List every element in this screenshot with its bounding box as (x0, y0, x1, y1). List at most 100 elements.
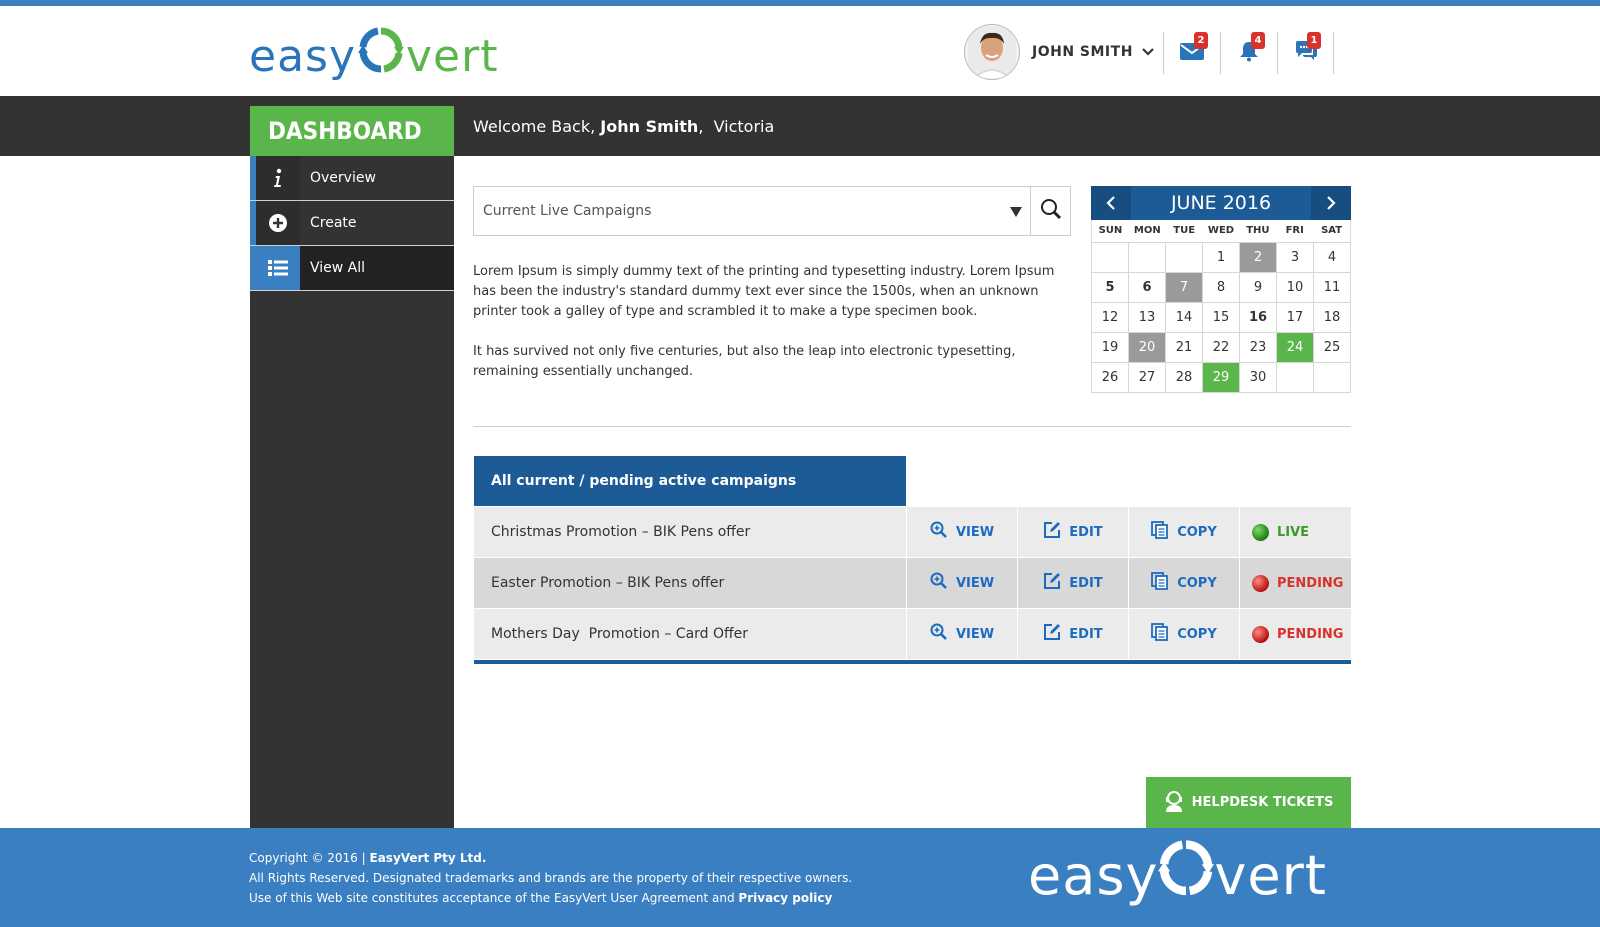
sidebar-item-overview[interactable]: Overview (250, 156, 454, 201)
calendar-weekdays: SUN MON TUE WED THU FRI SAT (1091, 220, 1351, 242)
edit-button[interactable]: EDIT (1017, 558, 1128, 608)
calendar-day[interactable]: 8 (1203, 273, 1240, 303)
copy-icon (1151, 572, 1169, 594)
edit-label: EDIT (1069, 575, 1103, 591)
copy-button[interactable]: COPY (1128, 609, 1239, 659)
calendar-day[interactable]: 11 (1314, 273, 1351, 303)
calendar-empty-cell (1166, 243, 1203, 273)
chevron-down-icon[interactable] (1141, 47, 1155, 57)
welcome-location: , Victoria (698, 117, 775, 136)
calendar-day[interactable]: 1 (1203, 243, 1240, 273)
calendar-day[interactable]: 22 (1203, 333, 1240, 363)
view-button[interactable]: VIEW (906, 507, 1017, 557)
calendar-prev-button[interactable] (1091, 186, 1131, 220)
header-logo[interactable]: easy vert (249, 26, 498, 86)
calendar-month-title: JUNE 2016 (1170, 192, 1272, 214)
recycle-arrows-icon (356, 25, 406, 88)
calendar-day[interactable]: 15 (1203, 303, 1240, 333)
copy-label: COPY (1177, 524, 1217, 540)
logo-text-left: easy (249, 30, 356, 82)
calendar-day[interactable]: 24 (1277, 333, 1314, 363)
calendar-day[interactable]: 14 (1166, 303, 1203, 333)
title-band (0, 96, 1600, 156)
chat-count-badge: 1 (1307, 32, 1321, 49)
search-icon (1040, 198, 1062, 224)
calendar-day[interactable]: 9 (1240, 273, 1277, 303)
copy-icon (1151, 623, 1169, 645)
calendar-day[interactable]: 27 (1129, 363, 1166, 393)
privacy-policy-link[interactable]: Privacy policy (738, 891, 832, 905)
calendar-day[interactable]: 21 (1166, 333, 1203, 363)
edit-icon (1043, 623, 1061, 645)
calendar-day[interactable]: 12 (1092, 303, 1129, 333)
calendar-day[interactable]: 2 (1240, 243, 1277, 273)
footer-agreement: Use of this Web site constitutes accepta… (249, 888, 852, 908)
calendar-day[interactable]: 16 (1240, 303, 1277, 333)
copy-label: COPY (1177, 575, 1217, 591)
calendar-day[interactable]: 10 (1277, 273, 1314, 303)
calendar-day[interactable]: 29 (1203, 363, 1240, 393)
calendar-day[interactable]: 20 (1129, 333, 1166, 363)
status-badge: PENDING (1239, 609, 1351, 659)
copy-button[interactable]: COPY (1128, 507, 1239, 557)
calendar-day[interactable]: 13 (1129, 303, 1166, 333)
calendar-empty-cell (1277, 363, 1314, 393)
calendar-next-button[interactable] (1311, 186, 1351, 220)
status-pending-icon (1252, 574, 1269, 592)
calendar-day[interactable]: 6 (1129, 273, 1166, 303)
calendar-day[interactable]: 3 (1277, 243, 1314, 273)
edit-button[interactable]: EDIT (1017, 609, 1128, 659)
weekday-label: MON (1133, 225, 1161, 236)
campaign-name: Easter Promotion – BIK Pens offer (491, 575, 725, 591)
calendar-day[interactable]: 4 (1314, 243, 1351, 273)
calendar-day[interactable]: 17 (1277, 303, 1314, 333)
welcome-message: Welcome Back, John Smith, Victoria (473, 116, 774, 138)
intro-paragraph-1: Lorem Ipsum is simply dummy text of the … (473, 264, 1055, 319)
calendar-day[interactable]: 19 (1092, 333, 1129, 363)
alerts-button[interactable]: 4 (1220, 32, 1277, 74)
messages-button[interactable]: 2 (1163, 32, 1220, 74)
calendar-day[interactable]: 30 (1240, 363, 1277, 393)
footer-logo: easy vert (1028, 839, 1327, 910)
copy-button[interactable]: COPY (1128, 558, 1239, 608)
sidebar-item-label: View All (310, 260, 366, 276)
calendar-day[interactable]: 23 (1240, 333, 1277, 363)
calendar-header: JUNE 2016 (1091, 186, 1351, 220)
weekday-label: THU (1246, 225, 1270, 236)
edit-button[interactable]: EDIT (1017, 507, 1128, 557)
divider (473, 426, 1351, 427)
chevron-left-icon (1106, 196, 1115, 210)
calendar-day[interactable]: 28 (1166, 363, 1203, 393)
view-button[interactable]: VIEW (906, 558, 1017, 608)
view-label: VIEW (955, 626, 995, 642)
table-row: Mothers Day Promotion – Card Offer VIEW … (474, 609, 1351, 660)
weekday-label: FRI (1285, 225, 1304, 236)
campaign-search: Current Live Campaigns (473, 186, 1071, 236)
weekday-label: SAT (1321, 225, 1343, 236)
status-pending-icon (1252, 625, 1269, 643)
calendar-day[interactable]: 26 (1092, 363, 1129, 393)
sidebar-item-view-all[interactable]: View All (250, 246, 454, 291)
weekday-label: WED (1207, 225, 1235, 236)
calendar-days: 1 2 3 4 5 6 7 8 9 10 11 12 13 14 15 16 17 18 19 20 21 22 23 24 2… (1091, 242, 1351, 393)
intro-paragraph-2: It has survived not only five centuries,… (473, 344, 1016, 379)
view-button[interactable]: VIEW (906, 609, 1017, 659)
sidebar-item-create[interactable]: Create (250, 201, 454, 246)
helpdesk-tickets-button[interactable]: HELPDESK TICKETS (1146, 777, 1351, 828)
status-badge: PENDING (1239, 558, 1351, 608)
calendar-day[interactable]: 5 (1092, 273, 1129, 303)
status-badge: LIVE (1239, 507, 1351, 557)
calendar-day[interactable]: 25 (1314, 333, 1351, 363)
calendar-day[interactable]: 7 (1166, 273, 1203, 303)
user-menu[interactable]: JOHN SMITH (964, 24, 1155, 80)
calendar: JUNE 2016 SUN MON TUE WED THU FRI SAT 12… (1091, 186, 1351, 393)
calendar-empty-cell (1129, 243, 1166, 273)
search-button[interactable] (1030, 187, 1070, 235)
edit-icon (1043, 521, 1061, 543)
list-icon (250, 246, 300, 290)
calendar-day[interactable]: 18 (1314, 303, 1351, 333)
avatar[interactable] (964, 24, 1020, 80)
campaign-filter-select[interactable]: Current Live Campaigns (474, 187, 1030, 235)
agreement-text: Use of this Web site constitutes accepta… (249, 891, 735, 905)
chat-button[interactable]: 1 (1277, 32, 1334, 74)
